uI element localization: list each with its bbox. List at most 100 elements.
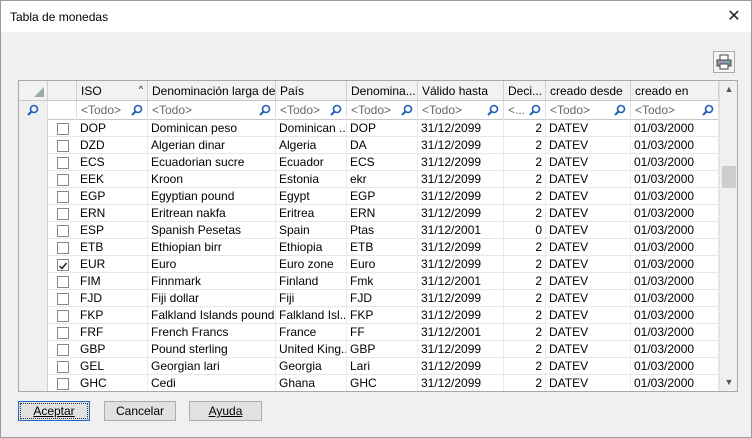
close-icon[interactable]: ✕ bbox=[721, 4, 747, 28]
vertical-scrollbar[interactable]: ▲ ▼ bbox=[719, 81, 737, 391]
cell-decimals: 2 bbox=[504, 239, 546, 256]
cell-iso: ESP bbox=[77, 222, 148, 239]
column-header-denomination[interactable]: Denomina... bbox=[347, 81, 418, 101]
cell-created-on: 01/03/2000 bbox=[631, 341, 719, 358]
magnifier-icon bbox=[330, 104, 342, 116]
filter-long-name[interactable]: <Todo> bbox=[148, 101, 276, 120]
row-selector[interactable] bbox=[19, 290, 48, 307]
checkbox-column-header bbox=[48, 81, 77, 101]
row-selector[interactable] bbox=[19, 341, 48, 358]
magnifier-icon bbox=[529, 104, 541, 116]
row-checkbox[interactable] bbox=[57, 310, 69, 322]
table-row[interactable]: EEK Kroon Estonia ekr 31/12/2099 2 DATEV 01/03/… bbox=[19, 171, 719, 188]
column-header-created-by[interactable]: creado desde bbox=[546, 81, 631, 101]
cell-created-on: 01/03/2000 bbox=[631, 154, 719, 171]
row-selector[interactable] bbox=[19, 171, 48, 188]
table-row[interactable]: DOP Dominican peso Dominican ... DOP 31/12/2… bbox=[19, 120, 719, 137]
cell-decimals: 2 bbox=[504, 171, 546, 188]
table-row[interactable]: ESP Spanish Pesetas Spain Ptas 31/12/2001 0 DA… bbox=[19, 222, 719, 239]
table-row[interactable]: GBP Pound sterling United King... GBP 31/12/… bbox=[19, 341, 719, 358]
cell-valid-until: 31/12/2001 bbox=[418, 273, 504, 290]
table-row[interactable]: DZD Algerian dinar Algeria DA 31/12/2099 2 DAT… bbox=[19, 137, 719, 154]
cell-created-by: DATEV bbox=[546, 188, 631, 205]
table-row[interactable]: FKP Falkland Islands pound Falkland Isl...… bbox=[19, 307, 719, 324]
column-header-iso[interactable]: ISO ^ bbox=[77, 81, 148, 101]
table-row[interactable]: ERN Eritrean nakfa Eritrea ERN 31/12/2099 2 DA… bbox=[19, 205, 719, 222]
filter-country[interactable]: <Todo> bbox=[276, 101, 347, 120]
column-header-created-on[interactable]: creado en bbox=[631, 81, 719, 101]
row-checkbox[interactable] bbox=[57, 191, 69, 203]
row-selector[interactable] bbox=[19, 137, 48, 154]
column-header-decimals[interactable]: Deci... bbox=[504, 81, 546, 101]
row-selector[interactable] bbox=[19, 307, 48, 324]
row-selector[interactable] bbox=[19, 358, 48, 375]
row-checkbox[interactable] bbox=[57, 123, 69, 135]
table-row[interactable]: FRF French Francs France FF 31/12/2001 2 DATEV… bbox=[19, 324, 719, 341]
row-checkbox[interactable] bbox=[57, 242, 69, 254]
filter-decimals[interactable]: <... bbox=[504, 101, 546, 120]
table-row[interactable]: ETB Ethiopian birr Ethiopia ETB 31/12/2099 2 D… bbox=[19, 239, 719, 256]
row-checkbox[interactable] bbox=[57, 361, 69, 373]
scrollbar-thumb[interactable] bbox=[722, 166, 736, 188]
row-selector[interactable] bbox=[19, 154, 48, 171]
row-selector[interactable] bbox=[19, 375, 48, 391]
scroll-up-icon[interactable]: ▲ bbox=[720, 81, 737, 98]
row-checkbox[interactable] bbox=[57, 225, 69, 237]
row-checkbox[interactable] bbox=[57, 140, 69, 152]
window-title: Tabla de monedas bbox=[10, 10, 109, 24]
table-row[interactable]: ECS Ecuadorian sucre Ecuador ECS 31/12/2099 2… bbox=[19, 154, 719, 171]
cell-created-by: DATEV bbox=[546, 341, 631, 358]
row-selector[interactable] bbox=[19, 188, 48, 205]
scroll-down-icon[interactable]: ▼ bbox=[720, 374, 737, 391]
filter-denomination[interactable]: <Todo> bbox=[347, 101, 418, 120]
cell-created-on: 01/03/2000 bbox=[631, 120, 719, 137]
filter-created-on[interactable]: <Todo> bbox=[631, 101, 719, 120]
row-selector[interactable] bbox=[19, 273, 48, 290]
magnifier-icon bbox=[614, 104, 626, 116]
row-checkbox[interactable] bbox=[57, 378, 69, 390]
help-button[interactable]: Ayuda bbox=[189, 401, 262, 421]
row-selector[interactable] bbox=[19, 205, 48, 222]
row-selector[interactable] bbox=[19, 120, 48, 137]
row-checkbox[interactable] bbox=[57, 157, 69, 169]
row-checkbox[interactable] bbox=[57, 208, 69, 220]
table-row[interactable]: EGP Egyptian pound Egypt EGP 31/12/2099 2 DATE… bbox=[19, 188, 719, 205]
row-selector[interactable] bbox=[19, 256, 48, 273]
table-row[interactable]: FJD Fiji dollar Fiji FJD 31/12/2099 2 DATEV 01/… bbox=[19, 290, 719, 307]
row-checkbox[interactable] bbox=[57, 344, 69, 356]
column-header-country[interactable]: País bbox=[276, 81, 347, 101]
filter-iso[interactable]: <Todo> bbox=[77, 101, 148, 120]
select-all-corner[interactable] bbox=[19, 81, 48, 101]
cell-created-on: 01/03/2000 bbox=[631, 375, 719, 391]
column-header-long-name[interactable]: Denominación larga de... bbox=[148, 81, 276, 101]
table-row[interactable]: GEL Georgian lari Georgia Lari 31/12/2099 2 DA… bbox=[19, 358, 719, 375]
magnifier-icon bbox=[401, 104, 413, 116]
cell-long-name: Kroon bbox=[148, 171, 276, 188]
row-checkbox[interactable] bbox=[57, 276, 69, 288]
table-row[interactable]: FIM Finnmark Finland Fmk 31/12/2001 2 DATEV 01/… bbox=[19, 273, 719, 290]
row-selector[interactable] bbox=[19, 239, 48, 256]
cell-denomination: GBP bbox=[347, 341, 418, 358]
row-selector[interactable] bbox=[19, 324, 48, 341]
cell-valid-until: 31/12/2099 bbox=[418, 171, 504, 188]
filter-valid-until[interactable]: <Todo> bbox=[418, 101, 504, 120]
row-checkbox[interactable] bbox=[57, 293, 69, 305]
cell-valid-until: 31/12/2099 bbox=[418, 205, 504, 222]
filter-created-by[interactable]: <Todo> bbox=[546, 101, 631, 120]
row-checkbox[interactable] bbox=[57, 174, 69, 186]
column-header-valid-until[interactable]: Válido hasta bbox=[418, 81, 504, 101]
cell-created-on: 01/03/2000 bbox=[631, 171, 719, 188]
print-button[interactable] bbox=[713, 51, 735, 73]
cell-country: Euro zone bbox=[276, 256, 347, 273]
row-checkbox[interactable] bbox=[57, 259, 69, 271]
cell-country: Georgia bbox=[276, 358, 347, 375]
table-row[interactable]: EUR Euro Euro zone Euro 31/12/2099 2 DATEV 01/0… bbox=[19, 256, 719, 273]
accept-button[interactable]: Aceptar bbox=[18, 401, 90, 421]
cancel-button[interactable]: Cancelar bbox=[104, 401, 176, 421]
table-row[interactable]: GHC Cedi Ghana GHC 31/12/2099 2 DATEV 01/03/200… bbox=[19, 375, 719, 391]
cell-denomination: DA bbox=[347, 137, 418, 154]
row-selector[interactable] bbox=[19, 222, 48, 239]
cell-decimals: 2 bbox=[504, 256, 546, 273]
row-checkbox[interactable] bbox=[57, 327, 69, 339]
cell-valid-until: 31/12/2099 bbox=[418, 290, 504, 307]
